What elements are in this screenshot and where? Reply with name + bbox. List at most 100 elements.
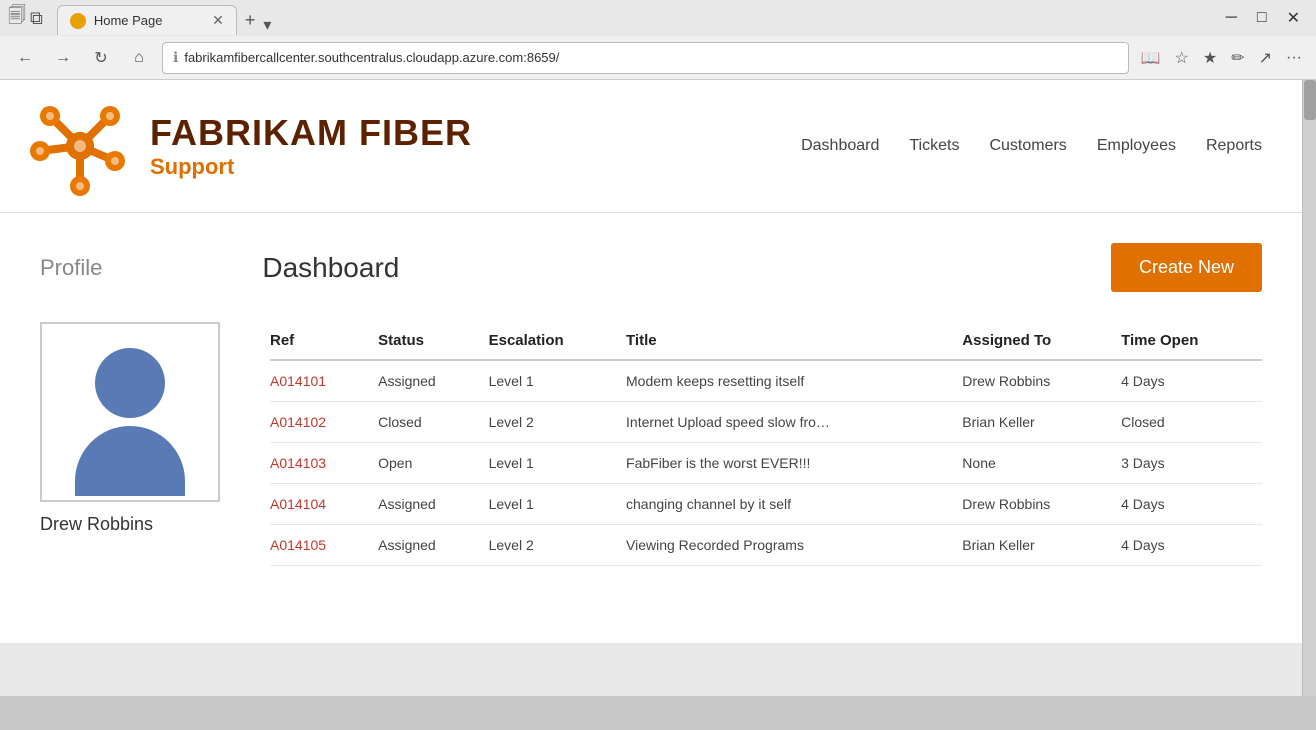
dashboard-title: Dashboard: [262, 252, 1111, 284]
app-header: FABRIKAM FIBER Support Dashboard Tickets…: [0, 80, 1302, 213]
content-body: Drew Robbins Ref Status Escalation Title…: [40, 322, 1262, 566]
nav-customers[interactable]: Customers: [989, 137, 1066, 155]
restore-icon: ⧉: [30, 8, 43, 29]
favorites-button[interactable]: ☆: [1171, 44, 1193, 72]
cell-assigned-to: Brian Keller: [962, 525, 1121, 566]
ref-link[interactable]: A014104: [270, 496, 326, 512]
profile-sidebar: Drew Robbins: [40, 322, 240, 566]
back-button[interactable]: ←: [10, 43, 40, 73]
scrollbar-thumb[interactable]: [1304, 80, 1316, 120]
profile-name: Drew Robbins: [40, 514, 240, 535]
table-header-row: Ref Status Escalation Title Assigned To …: [270, 322, 1262, 360]
home-button[interactable]: ⌂: [124, 43, 154, 73]
cell-time-open: 4 Days: [1121, 525, 1262, 566]
col-header-title: Title: [626, 322, 962, 360]
ref-link[interactable]: A014105: [270, 537, 326, 553]
address-bar[interactable]: ℹ fabrikamfibercallcenter.southcentralus…: [162, 42, 1129, 74]
brand-name: FABRIKAM FIBER: [150, 112, 472, 154]
cell-ref: A014105: [270, 525, 378, 566]
col-header-escalation: Escalation: [489, 322, 626, 360]
avatar-figure: [75, 348, 185, 496]
cell-title: Internet Upload speed slow fro…: [626, 402, 962, 443]
share-button[interactable]: ↗: [1255, 44, 1276, 72]
tab-favicon: [70, 13, 86, 29]
cell-time-open: 3 Days: [1121, 443, 1262, 484]
cell-title: Viewing Recorded Programs: [626, 525, 962, 566]
notes-button[interactable]: ✏: [1227, 44, 1248, 72]
table-row: A014103 Open Level 1 FabFiber is the wor…: [270, 443, 1262, 484]
reading-mode-button[interactable]: 📖: [1137, 44, 1165, 72]
refresh-button[interactable]: ↻: [86, 43, 116, 73]
cell-title: Modem keeps resetting itself: [626, 360, 962, 402]
cell-assigned-to: Brian Keller: [962, 402, 1121, 443]
cell-escalation: Level 1: [489, 360, 626, 402]
brand-text: FABRIKAM FIBER Support: [150, 112, 472, 180]
cell-escalation: Level 1: [489, 484, 626, 525]
navigation-bar: ← → ↻ ⌂ ℹ fabrikamfibercallcenter.southc…: [0, 36, 1316, 80]
close-button[interactable]: ✕: [1279, 4, 1308, 32]
minimize-button[interactable]: ─: [1218, 4, 1245, 32]
brand-subtitle: Support: [150, 154, 472, 180]
brand-area: FABRIKAM FIBER Support: [30, 96, 472, 196]
cell-assigned-to: None: [962, 443, 1121, 484]
col-header-time-open: Time Open: [1121, 322, 1262, 360]
info-icon: ℹ: [173, 49, 178, 66]
tab-close-button[interactable]: ✕: [212, 12, 224, 29]
scrollbar[interactable]: [1302, 80, 1316, 696]
tab-list-button[interactable]: ▾: [263, 15, 271, 35]
cell-assigned-to: Drew Robbins: [962, 484, 1121, 525]
ref-link[interactable]: A014102: [270, 414, 326, 430]
nav-employees[interactable]: Employees: [1097, 137, 1176, 155]
cell-assigned-to: Drew Robbins: [962, 360, 1121, 402]
cell-status: Assigned: [378, 525, 488, 566]
settings-button[interactable]: ···: [1282, 44, 1306, 72]
create-new-button[interactable]: Create New: [1111, 243, 1262, 292]
browser-tab[interactable]: Home Page ✕: [57, 5, 237, 35]
tickets-table: Ref Status Escalation Title Assigned To …: [270, 322, 1262, 566]
cell-escalation: Level 2: [489, 402, 626, 443]
url-text: fabrikamfibercallcenter.southcentralus.c…: [184, 50, 1117, 65]
cell-ref: A014104: [270, 484, 378, 525]
new-tab-button[interactable]: +: [237, 6, 264, 35]
brand-logo: [30, 96, 130, 196]
collections-button[interactable]: ★: [1199, 44, 1221, 72]
cell-status: Open: [378, 443, 488, 484]
avatar: [40, 322, 220, 502]
cell-ref: A014103: [270, 443, 378, 484]
save-icon: 🗐: [8, 3, 26, 33]
cell-title: changing channel by it self: [626, 484, 962, 525]
forward-button[interactable]: →: [48, 43, 78, 73]
avatar-body: [75, 426, 185, 496]
cell-status: Closed: [378, 402, 488, 443]
nav-tickets[interactable]: Tickets: [909, 137, 959, 155]
cell-escalation: Level 2: [489, 525, 626, 566]
tickets-table-section: Ref Status Escalation Title Assigned To …: [270, 322, 1262, 566]
avatar-head: [95, 348, 165, 418]
col-header-ref: Ref: [270, 322, 378, 360]
table-row: A014102 Closed Level 2 Internet Upload s…: [270, 402, 1262, 443]
table-row: A014105 Assigned Level 2 Viewing Recorde…: [270, 525, 1262, 566]
content-header: Profile Dashboard Create New: [40, 243, 1262, 292]
profile-section-title: Profile: [40, 255, 102, 281]
col-header-assigned-to: Assigned To: [962, 322, 1121, 360]
ref-link[interactable]: A014101: [270, 373, 326, 389]
cell-status: Assigned: [378, 484, 488, 525]
table-row: A014101 Assigned Level 1 Modem keeps res…: [270, 360, 1262, 402]
nav-reports[interactable]: Reports: [1206, 137, 1262, 155]
main-navigation: Dashboard Tickets Customers Employees Re…: [801, 137, 1262, 155]
maximize-button[interactable]: □: [1249, 4, 1275, 32]
cell-ref: A014101: [270, 360, 378, 402]
tab-label: Home Page: [94, 13, 163, 28]
cell-time-open: 4 Days: [1121, 484, 1262, 525]
ref-link[interactable]: A014103: [270, 455, 326, 471]
cell-status: Assigned: [378, 360, 488, 402]
cell-title: FabFiber is the worst EVER!!!: [626, 443, 962, 484]
table-row: A014104 Assigned Level 1 changing channe…: [270, 484, 1262, 525]
nav-dashboard[interactable]: Dashboard: [801, 137, 879, 155]
cell-time-open: 4 Days: [1121, 360, 1262, 402]
cell-time-open: Closed: [1121, 402, 1262, 443]
cell-ref: A014102: [270, 402, 378, 443]
col-header-status: Status: [378, 322, 488, 360]
cell-escalation: Level 1: [489, 443, 626, 484]
main-content: Profile Dashboard Create New Drew Robbin…: [0, 213, 1302, 643]
